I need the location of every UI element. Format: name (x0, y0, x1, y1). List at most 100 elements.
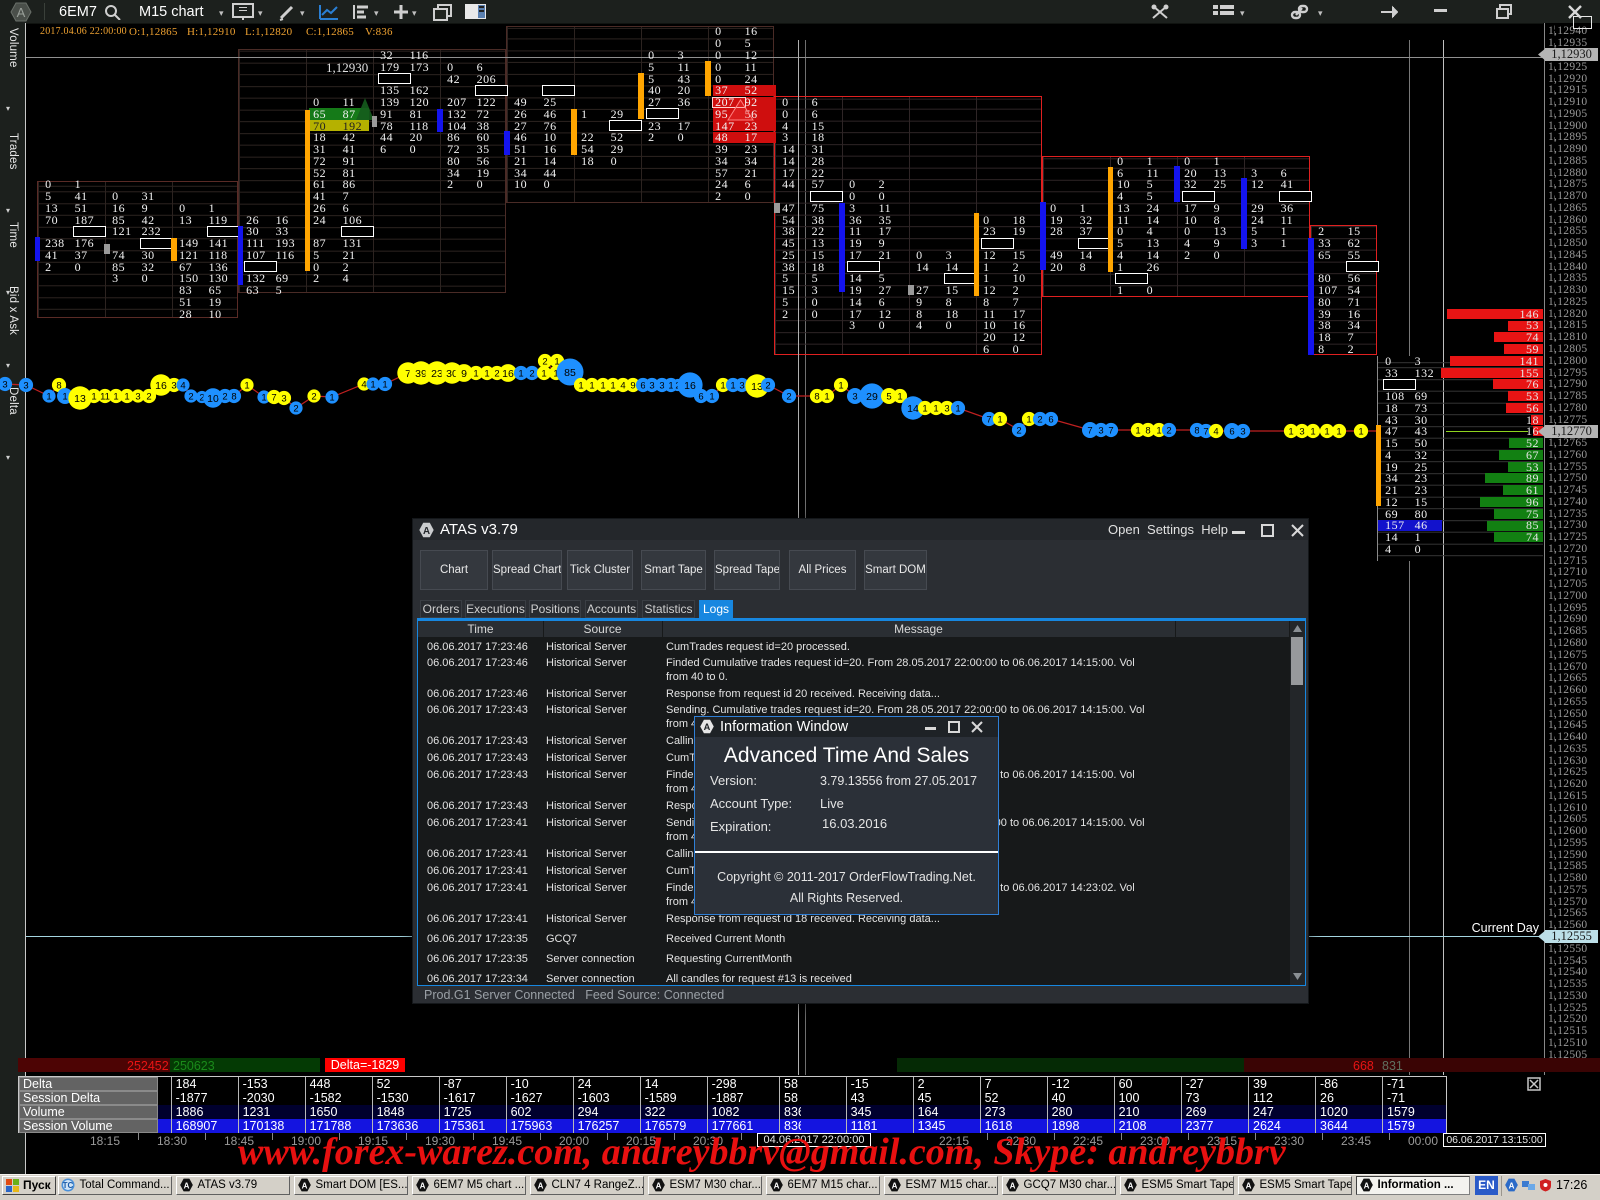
svg-text:A: A (655, 1181, 661, 1190)
svg-text:1: 1 (720, 380, 725, 391)
svg-text:8: 8 (1145, 425, 1150, 436)
svg-text:1: 1 (589, 380, 594, 391)
svg-text:A: A (423, 526, 430, 537)
svg-text:39: 39 (415, 368, 427, 380)
svg-text:A: A (1509, 1181, 1515, 1190)
svg-text:1: 1 (1026, 414, 1031, 425)
svg-text:2: 2 (542, 356, 547, 367)
svg-text:6: 6 (698, 391, 703, 402)
svg-text:6: 6 (1229, 426, 1234, 437)
svg-text:6: 6 (1048, 414, 1053, 425)
svg-text:1: 1 (370, 379, 375, 390)
svg-text:7: 7 (1203, 426, 1208, 437)
svg-text:1: 1 (933, 403, 938, 414)
svg-text:3: 3 (2, 379, 7, 390)
svg-text:1: 1 (578, 380, 583, 391)
svg-text:A: A (1245, 1181, 1251, 1190)
svg-text:3: 3 (852, 391, 857, 402)
svg-text:7: 7 (1108, 425, 1113, 436)
svg-text:1: 1 (541, 368, 546, 379)
svg-text:1: 1 (1310, 426, 1315, 437)
svg-text:3: 3 (944, 403, 949, 414)
svg-text:A: A (301, 1181, 307, 1190)
svg-text:7: 7 (1087, 425, 1092, 436)
svg-text:16: 16 (684, 380, 696, 392)
svg-text:1: 1 (897, 391, 902, 402)
svg-text:2: 2 (1037, 414, 1042, 425)
svg-text:TC: TC (62, 1181, 73, 1190)
svg-text:1: 1 (955, 403, 960, 414)
svg-text:3: 3 (135, 391, 140, 402)
svg-text:A: A (1009, 1181, 1015, 1190)
svg-text:1: 1 (1135, 425, 1140, 436)
svg-text:8: 8 (1194, 425, 1199, 436)
svg-text:6: 6 (640, 380, 645, 391)
svg-text:4: 4 (620, 380, 625, 391)
svg-text:4: 4 (1213, 426, 1218, 437)
svg-text:2: 2 (765, 380, 770, 391)
svg-text:7: 7 (271, 392, 276, 403)
svg-text:9: 9 (461, 368, 467, 380)
svg-text:2: 2 (1166, 425, 1171, 436)
svg-text:A: A (704, 722, 711, 732)
svg-text:A: A (183, 1181, 189, 1190)
svg-text:85: 85 (564, 367, 576, 379)
svg-text:3: 3 (739, 380, 744, 391)
svg-text:A: A (1127, 1181, 1133, 1190)
svg-text:29: 29 (866, 391, 878, 403)
svg-text:7: 7 (986, 414, 991, 425)
svg-text:5: 5 (886, 391, 891, 402)
svg-text:8: 8 (231, 391, 236, 402)
svg-text:1: 1 (1358, 426, 1363, 437)
svg-text:1: 1 (261, 392, 266, 403)
svg-text:1: 1 (62, 391, 67, 402)
svg-text:4: 4 (180, 380, 185, 391)
svg-text:8: 8 (814, 391, 819, 402)
svg-text:3: 3 (171, 380, 176, 391)
svg-text:1: 1 (473, 368, 478, 379)
svg-text:3: 3 (659, 380, 664, 391)
svg-text:16: 16 (155, 380, 167, 392)
svg-text:A: A (891, 1181, 897, 1190)
svg-text:1: 1 (824, 391, 829, 402)
svg-text:3: 3 (281, 393, 286, 404)
svg-text:3: 3 (649, 380, 654, 391)
svg-text:13: 13 (74, 393, 86, 405)
svg-text:1: 1 (610, 380, 615, 391)
svg-text:2: 2 (529, 368, 534, 379)
svg-text:A: A (537, 1181, 543, 1190)
svg-text:1: 1 (922, 403, 927, 414)
svg-text:4: 4 (361, 379, 366, 390)
svg-text:2: 2 (146, 391, 151, 402)
svg-text:1: 1 (838, 380, 843, 391)
svg-text:1: 1 (1324, 426, 1329, 437)
svg-text:A: A (419, 1181, 425, 1190)
svg-text:1: 1 (600, 380, 605, 391)
svg-text:1: 1 (1288, 426, 1293, 437)
svg-text:1: 1 (1156, 425, 1161, 436)
svg-text:1: 1 (113, 391, 118, 402)
svg-text:1: 1 (46, 391, 51, 402)
svg-text:3: 3 (1098, 425, 1103, 436)
svg-text:1: 1 (1336, 426, 1341, 437)
svg-text:14: 14 (907, 403, 919, 415)
svg-text:16: 16 (502, 368, 514, 380)
svg-text:2: 2 (188, 391, 193, 402)
svg-text:3: 3 (1240, 426, 1245, 437)
svg-text:A: A (773, 1181, 779, 1190)
svg-text:3: 3 (1299, 426, 1304, 437)
svg-text:23: 23 (431, 368, 443, 380)
svg-text:1: 1 (709, 391, 714, 402)
svg-text:1: 1 (91, 391, 96, 402)
svg-text:1: 1 (382, 379, 387, 390)
svg-text:2: 2 (293, 403, 298, 414)
svg-text:1: 1 (329, 392, 334, 403)
svg-text:9: 9 (630, 380, 635, 391)
svg-text:1: 1 (244, 380, 249, 391)
svg-text:10: 10 (207, 393, 219, 405)
svg-text:2: 2 (1016, 425, 1021, 436)
svg-text:2: 2 (786, 391, 791, 402)
svg-text:A: A (1363, 1181, 1369, 1190)
svg-text:2: 2 (494, 368, 499, 379)
svg-text:2: 2 (222, 391, 227, 402)
